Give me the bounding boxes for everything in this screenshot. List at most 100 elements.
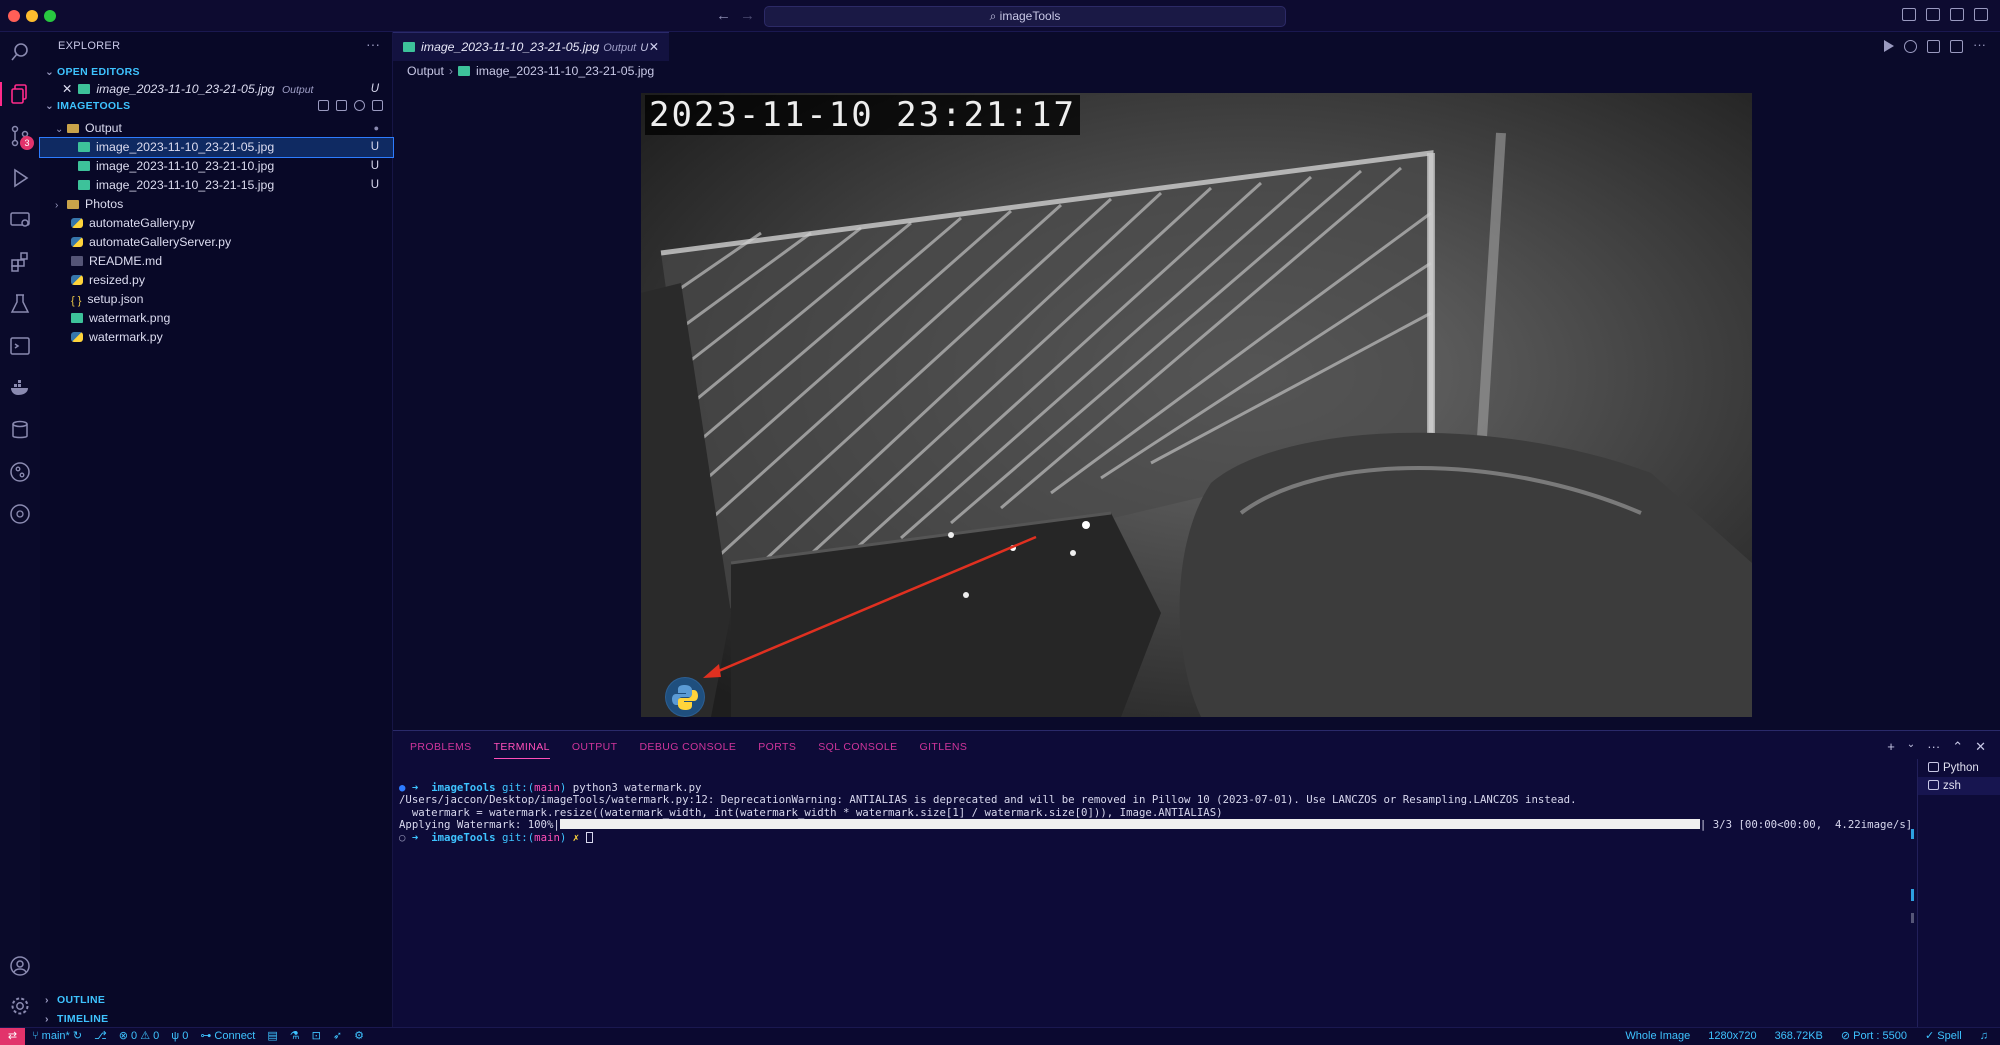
testing-icon[interactable] <box>8 292 32 316</box>
gitlens-inspect-icon[interactable] <box>8 502 32 526</box>
tab-ports[interactable]: PORTS <box>758 741 796 759</box>
tab-terminal[interactable]: TERMINAL <box>493 741 550 759</box>
sync-icon[interactable]: ↻ <box>73 1030 82 1042</box>
terminal-item-python[interactable]: Python <box>1918 759 2000 777</box>
editor-actions: ··· <box>1884 38 1986 53</box>
tab-problems[interactable]: PROBLEMS <box>410 741 472 759</box>
notifications-bell-icon[interactable]: ♫ <box>1980 1028 1988 1045</box>
close-icon[interactable]: ✕ <box>62 82 72 96</box>
split-editor-icon[interactable] <box>1950 40 1963 53</box>
chevron-down-icon[interactable]: ⌄ <box>1907 739 1915 755</box>
flask-icon[interactable]: ⚗ <box>290 1028 300 1045</box>
tree-folder-output[interactable]: ⌄ Output ● <box>40 119 393 138</box>
database-icon[interactable]: ▤ <box>267 1028 277 1045</box>
tree-file[interactable]: resized.py <box>40 271 393 290</box>
customize-layout-icon[interactable] <box>1974 8 1988 21</box>
tab-debug-console[interactable]: DEBUG CONSOLE <box>639 741 736 759</box>
open-editors-section[interactable]: ⌄ OPEN EDITORS <box>45 66 140 78</box>
tree-file[interactable]: image_2023-11-10_23-21-15.jpg U <box>40 176 393 195</box>
zoom-mode[interactable]: Whole Image <box>1625 1028 1690 1045</box>
ports-status[interactable]: ψ 0 <box>171 1028 188 1045</box>
close-panel-icon[interactable]: ✕ <box>1975 739 1986 755</box>
chevron-down-icon: ⌄ <box>45 66 55 78</box>
terminal-line: /Users/jaccon/Desktop/imageTools/waterma… <box>399 793 1577 806</box>
new-terminal-icon[interactable]: + <box>1887 739 1895 755</box>
imagetools-section[interactable]: ⌄ IMAGETOOLS <box>45 100 393 112</box>
tree-file[interactable]: automateGallery.py <box>40 214 393 233</box>
live-server-port[interactable]: ⊘ Port : 5500 <box>1841 1028 1907 1045</box>
check-icon: ✓ <box>1925 1030 1935 1042</box>
collapse-all-icon[interactable] <box>372 100 383 111</box>
back-arrow-icon[interactable]: ← <box>716 7 731 24</box>
breadcrumb-item[interactable]: Output <box>407 64 444 78</box>
tree-file[interactable]: README.md <box>40 252 393 271</box>
terminal-output[interactable]: ● ➜ imageTools git:(main) python3 waterm… <box>399 769 1912 869</box>
tree-file[interactable]: watermark.py <box>40 328 393 347</box>
markdown-file-icon <box>71 256 83 266</box>
branch-status[interactable]: ⑂ main* ↻ <box>32 1028 82 1045</box>
rocket-icon[interactable]: ➶ <box>333 1028 342 1045</box>
docker-icon[interactable] <box>8 376 32 400</box>
more-actions-icon[interactable]: ··· <box>1973 38 1986 53</box>
breadcrumb-item[interactable]: image_2023-11-10_23-21-05.jpg <box>476 64 654 78</box>
close-window-button[interactable] <box>8 10 20 22</box>
tree-file[interactable]: image_2023-11-10_23-21-05.jpg U <box>39 137 394 158</box>
new-folder-icon[interactable] <box>336 100 347 111</box>
tab-gitlens[interactable]: GITLENS <box>920 741 968 759</box>
image-timestamp: 2023-11-10 23:21:17 <box>645 95 1080 135</box>
open-changes-icon[interactable] <box>1927 40 1940 53</box>
settings-gear-icon[interactable]: ⚙ <box>354 1028 364 1045</box>
tab-output[interactable]: OUTPUT <box>572 741 618 759</box>
chevron-right-icon: › <box>448 64 454 78</box>
refresh-icon[interactable] <box>354 100 365 111</box>
terminal-view-icon[interactable] <box>8 334 32 358</box>
outline-section[interactable]: › OUTLINE <box>45 994 105 1006</box>
search-icon[interactable] <box>8 40 32 64</box>
close-tab-icon[interactable]: ✕ <box>649 33 659 61</box>
maximize-window-button[interactable] <box>44 10 56 22</box>
run-icon[interactable] <box>1884 40 1894 52</box>
more-actions-icon[interactable]: ··· <box>366 36 380 52</box>
tab-sql-console[interactable]: SQL CONSOLE <box>818 741 897 759</box>
open-editor-item[interactable]: ✕ image_2023-11-10_23-21-05.jpg Output U <box>40 80 393 99</box>
toggle-secondary-sidebar-icon[interactable] <box>1950 8 1964 21</box>
explorer-icon[interactable] <box>0 82 32 106</box>
source-control-icon[interactable]: 3 <box>8 124 34 150</box>
timeline-section[interactable]: › TIMELINE <box>45 1013 108 1025</box>
problems-status[interactable]: ⊗ 0 ⚠ 0 <box>119 1028 160 1045</box>
git-graph-icon[interactable]: ⎇ <box>94 1028 107 1045</box>
toggle-panel-icon[interactable] <box>1926 8 1940 21</box>
image-preview[interactable]: 2023-11-10 23:21:17 <box>641 93 1752 717</box>
tree-file[interactable]: watermark.png <box>40 309 393 328</box>
tree-folder-photos[interactable]: › Photos <box>40 195 393 214</box>
command-center-search[interactable]: ⌕ imageTools <box>764 6 1286 27</box>
tree-file[interactable]: automateGalleryServer.py <box>40 233 393 252</box>
remote-explorer-icon[interactable] <box>8 208 32 232</box>
tree-file[interactable]: image_2023-11-10_23-21-10.jpg U <box>40 157 393 176</box>
more-actions-icon[interactable]: ··· <box>1927 739 1940 755</box>
terminal-item-zsh[interactable]: zsh <box>1918 777 2000 795</box>
new-file-icon[interactable] <box>318 100 329 111</box>
minimize-window-button[interactable] <box>26 10 38 22</box>
maximize-panel-icon[interactable]: ⌃ <box>1952 739 1963 755</box>
warning-icon: ⚠ <box>140 1030 151 1042</box>
terminal-line: ○ ➜ imageTools git:(main) ✗ <box>399 831 1909 845</box>
database-icon[interactable] <box>8 418 32 442</box>
terminal-icon[interactable]: ⊡ <box>312 1028 321 1045</box>
settings-gear-icon[interactable] <box>8 994 32 1018</box>
timeline-history-icon[interactable] <box>1904 40 1917 53</box>
connect-status[interactable]: ⊶ Connect <box>200 1028 255 1045</box>
run-debug-icon[interactable] <box>8 166 32 190</box>
terminal-icon <box>1928 762 1939 772</box>
editor-tab[interactable]: image_2023-11-10_23-21-05.jpg Output U ✕ <box>393 32 669 61</box>
toggle-sidebar-icon[interactable] <box>1902 8 1916 21</box>
gitlens-icon[interactable] <box>8 460 32 484</box>
forward-arrow-icon[interactable]: → <box>740 7 755 24</box>
tree-file[interactable]: setup.json <box>40 290 393 309</box>
extensions-icon[interactable] <box>8 250 32 274</box>
progress-bar <box>559 819 1700 829</box>
spell-check[interactable]: ✓ Spell <box>1925 1028 1962 1045</box>
remote-indicator-icon[interactable]: ⇄ <box>0 1028 25 1045</box>
accounts-icon[interactable] <box>8 954 32 978</box>
plug-icon: ⊶ <box>200 1030 212 1042</box>
